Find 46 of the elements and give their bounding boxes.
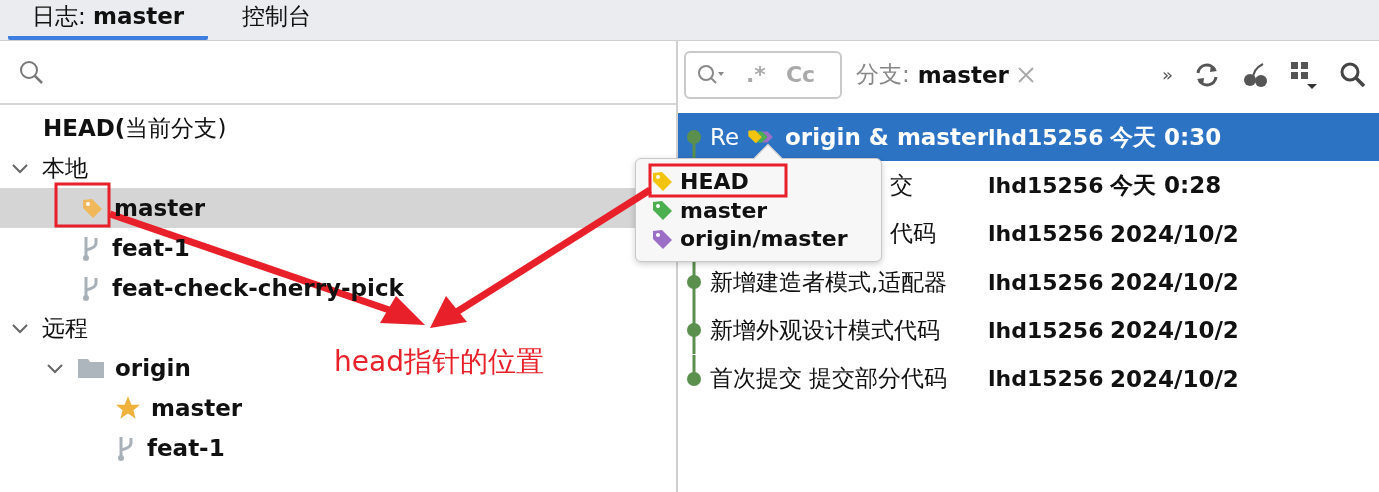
- commit-date: 2024/10/2: [1110, 365, 1239, 392]
- commit-row[interactable]: 新增建造者模式,适配器 lhd15256 2024/10/2: [678, 257, 1379, 307]
- head-label[interactable]: HEAD(当前分支): [43, 112, 227, 144]
- commit-author: lhd15256: [988, 221, 1105, 247]
- tree-group-row[interactable]: 远程: [0, 308, 94, 348]
- commit-author: lhd15256: [988, 317, 1105, 343]
- cherry-icon[interactable]: [1241, 60, 1269, 89]
- commit-row[interactable]: 首次提交 提交部分代码 lhd15256 2024/10/2: [678, 354, 1379, 403]
- commit-date: 2024/10/2: [1110, 269, 1239, 296]
- highlight-frame: [54, 182, 111, 228]
- tree-group-row[interactable]: origin: [0, 348, 197, 388]
- branch-row[interactable]: master: [0, 388, 249, 428]
- commit-row[interactable]: 新增外观设计模式代码 lhd15256 2024/10/2: [678, 306, 1379, 355]
- commit-date: 今天 0:28: [1110, 170, 1222, 200]
- commit-date: 今天 0:30: [1110, 122, 1222, 152]
- ref-name: HEAD: [680, 168, 749, 194]
- commit-message: Re: [710, 124, 740, 151]
- commit-message: 新增外观设计模式代码: [710, 315, 940, 345]
- commit-author: lhd15256: [988, 124, 1105, 150]
- commit-message: 新增建造者模式,适配器: [710, 267, 948, 297]
- tag-icon: [80, 196, 104, 220]
- tree-group-row[interactable]: 本地: [0, 148, 94, 188]
- commit-author: lhd15256: [988, 269, 1105, 295]
- search-icon[interactable]: [1339, 60, 1367, 89]
- commit-author: lhd15256: [988, 366, 1105, 392]
- tab[interactable]: 日志: master: [8, 0, 209, 40]
- commit-message: 代码: [890, 219, 936, 249]
- ref-name: master: [680, 197, 768, 223]
- commit-message: 首次提交 提交部分代码: [710, 364, 948, 394]
- folder-icon: [77, 356, 105, 380]
- commit-refs: origin & master: [785, 124, 988, 151]
- grid-icon[interactable]: [1289, 59, 1319, 90]
- commit-author: lhd15256: [988, 172, 1105, 198]
- annotation-text: head指针的位置: [334, 344, 544, 380]
- branch-filter[interactable]: 分支: master: [856, 59, 1035, 90]
- search-icon[interactable]: [18, 59, 44, 85]
- commit-row[interactable]: Re origin & masterlhd15256 今天 0:30: [678, 113, 1379, 162]
- star-icon: [115, 395, 141, 421]
- commit-date: 2024/10/2: [1110, 317, 1239, 344]
- branch-row[interactable]: feat-1: [0, 428, 231, 468]
- ref-name: origin/master: [680, 226, 848, 252]
- branch-row[interactable]: feat-1: [0, 228, 196, 268]
- more-toggle[interactable]: »: [1162, 64, 1173, 85]
- commit-date: 2024/10/2: [1110, 220, 1239, 247]
- tab[interactable]: 控制台: [218, 0, 336, 40]
- commit-message: 交: [890, 170, 913, 200]
